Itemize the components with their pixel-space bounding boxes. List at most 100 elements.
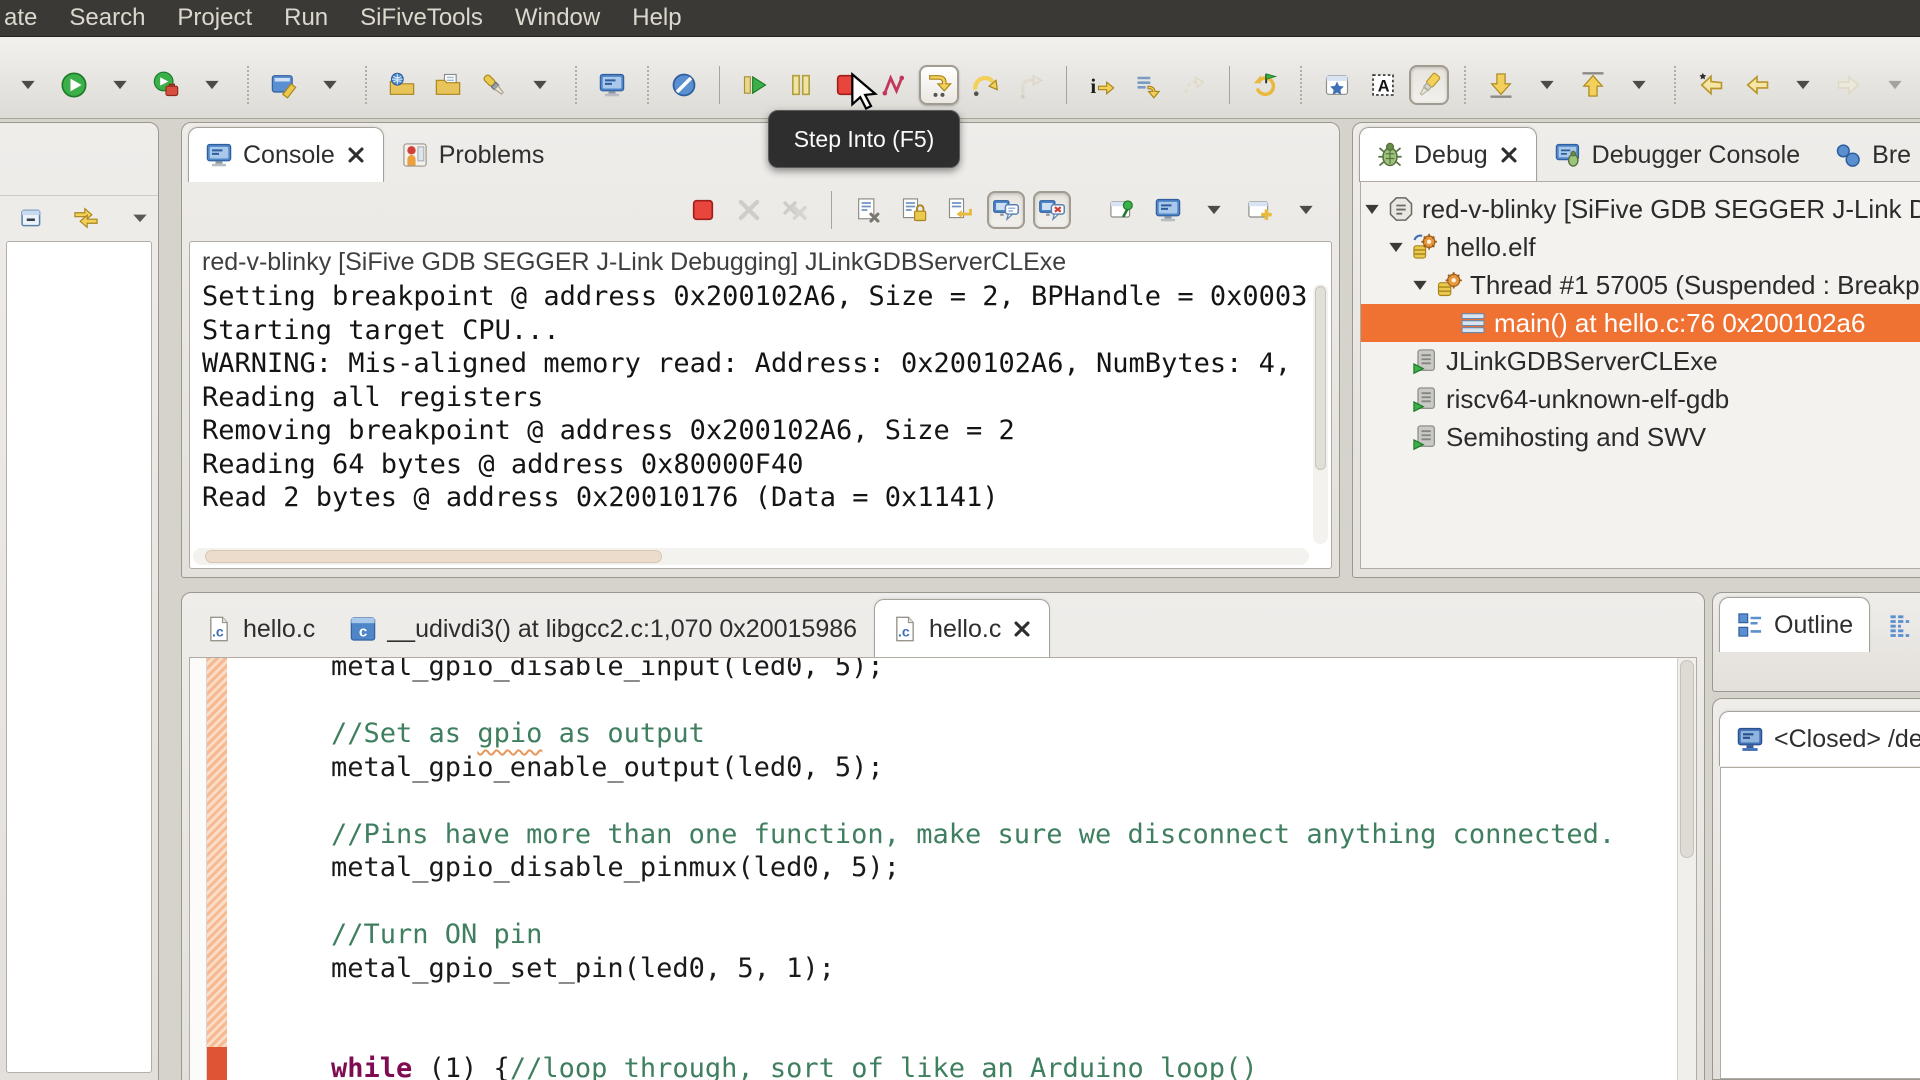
scrollbar-thumb[interactable]: [1680, 660, 1694, 858]
remove-all-launches-button[interactable]: [776, 191, 814, 229]
debug-tree-row[interactable]: Semihosting and SWV: [1361, 418, 1920, 456]
minimize-icon[interactable]: [1255, 139, 1277, 161]
menu-item-project[interactable]: Project: [161, 4, 268, 32]
upload-dropdown-button[interactable]: [1619, 65, 1659, 105]
menu-item-run[interactable]: Run: [268, 4, 344, 32]
move-to-line-button[interactable]: [1128, 65, 1168, 105]
upload-button[interactable]: [1573, 65, 1613, 105]
console-tab-problems[interactable]: Problems: [384, 127, 562, 182]
external-tools-button[interactable]: [146, 65, 186, 105]
debug-tree-row[interactable]: red-v-blinky [SiFive GDB SEGGER J-Link D…: [1361, 190, 1920, 228]
run-dropdown-button[interactable]: [100, 65, 140, 105]
close-tab-icon[interactable]: [345, 144, 367, 166]
step-into-button[interactable]: [919, 64, 959, 105]
terminal-body[interactable]: [1720, 767, 1920, 1079]
debug-tab-bre[interactable]: Bre: [1817, 127, 1920, 182]
minimize-icon[interactable]: [76, 145, 98, 167]
editor-ruler[interactable]: [190, 658, 207, 1080]
open-console-dropdown-button[interactable]: [1287, 191, 1325, 229]
maximize-icon[interactable]: [1299, 139, 1321, 161]
show-stderr-button[interactable]: [1033, 191, 1071, 229]
debug-tab-debugger-console[interactable]: Debugger Console: [1537, 127, 1817, 182]
forward-dropdown-button[interactable]: [1875, 65, 1915, 105]
menu-item-search[interactable]: Search: [53, 4, 161, 32]
menu-item-ate[interactable]: ate: [0, 4, 53, 32]
editor-tab--udivdi3-at-libgcc2-c-1-070-0x20015986[interactable]: c __udivdi3() at libgcc2.c:1,070 0x200159…: [332, 599, 874, 658]
scrollbar-thumb[interactable]: [1315, 286, 1326, 470]
console-tab-console[interactable]: Console: [188, 127, 384, 182]
svg-text:c: c: [359, 624, 367, 641]
tab-terminal[interactable]: <Closed> /de: [1719, 711, 1920, 766]
code-area[interactable]: metal_gpio_disable_input(led0, 5); //Set…: [228, 658, 1674, 1080]
external-tools-dropdown-button[interactable]: [192, 65, 232, 105]
open-folder-button[interactable]: [428, 65, 468, 105]
show-stdout-button[interactable]: [987, 191, 1025, 229]
step-over-button[interactable]: [965, 65, 1005, 105]
outline-tab-outline[interactable]: Outline: [1719, 597, 1871, 652]
word-wrap-button[interactable]: [941, 191, 979, 229]
run-button[interactable]: [54, 65, 94, 105]
console-view-button[interactable]: [592, 65, 632, 105]
resume-button[interactable]: [735, 65, 775, 105]
skip-all-breakpoints-button[interactable]: [664, 65, 704, 105]
open-new-console-button[interactable]: [1241, 191, 1279, 229]
upload-dropdown-icon: [1629, 75, 1649, 95]
view-menu-button[interactable]: [120, 198, 160, 238]
close-tab-icon[interactable]: [1498, 144, 1520, 166]
step-return-button[interactable]: [1011, 65, 1051, 105]
debug-tree-row[interactable]: hello.elf: [1361, 228, 1920, 266]
editor-tab-hello-c[interactable]: .c hello.c: [874, 599, 1051, 658]
brush-dropdown-button[interactable]: [520, 65, 560, 105]
format-brush-button[interactable]: [474, 65, 514, 105]
console-horizontal-scrollbar[interactable]: [193, 548, 1309, 565]
menu-item-sifivetools[interactable]: SiFiveTools: [344, 4, 499, 32]
menu-item-window[interactable]: Window: [499, 4, 616, 32]
workspace-dropdown-button[interactable]: [8, 65, 48, 105]
new-wizard-button[interactable]: [264, 65, 304, 105]
console-vertical-scrollbar[interactable]: [1313, 284, 1328, 544]
restart-button[interactable]: [1245, 65, 1285, 105]
back-button[interactable]: [1737, 65, 1777, 105]
maximize-icon[interactable]: [1630, 613, 1652, 635]
outline-tab-disassembly[interactable]: [1870, 597, 1920, 652]
link-with-editor-button[interactable]: [66, 198, 106, 238]
back-dropdown-button[interactable]: [1783, 65, 1823, 105]
clear-console-button[interactable]: [849, 191, 887, 229]
open-project-button[interactable]: [382, 65, 422, 105]
instruction-stepping-button[interactable]: i: [1082, 65, 1122, 105]
maximize-icon[interactable]: [120, 145, 142, 167]
download-button[interactable]: [1481, 65, 1521, 105]
debug-tree-row[interactable]: Thread #1 57005 (Suspended : Breakpo: [1361, 266, 1920, 304]
assembly-view-button[interactable]: A: [1363, 65, 1403, 105]
debug-tree-row[interactable]: riscv64-unknown-elf-gdb: [1361, 380, 1920, 418]
run-icon: [60, 71, 88, 99]
new-launch-config-button[interactable]: [1317, 65, 1357, 105]
editor-body[interactable]: metal_gpio_disable_input(led0, 5); //Set…: [189, 657, 1697, 1080]
highlighter-button[interactable]: [1409, 64, 1449, 105]
minimize-icon[interactable]: [1586, 613, 1608, 635]
download-dropdown-button[interactable]: [1527, 65, 1567, 105]
scrollbar-thumb[interactable]: [205, 550, 662, 563]
collapse-all-button[interactable]: [12, 198, 52, 238]
new-wizard-dropdown-button[interactable]: [310, 65, 350, 105]
display-console-dropdown-button[interactable]: [1195, 191, 1233, 229]
pin-console-button[interactable]: [1103, 191, 1141, 229]
debug-tree-row-selected[interactable]: main() at hello.c:76 0x200102a6: [1361, 304, 1920, 342]
expander-icon[interactable]: [1411, 275, 1433, 295]
debug-tree-row[interactable]: JLinkGDBServerCLExe: [1361, 342, 1920, 380]
close-tab-icon[interactable]: [1011, 618, 1033, 640]
last-edit-location-button[interactable]: [1691, 65, 1731, 105]
suspend-button[interactable]: [781, 65, 821, 105]
menu-item-help[interactable]: Help: [616, 4, 697, 32]
display-console-button[interactable]: [1149, 191, 1187, 229]
scroll-lock-button[interactable]: [895, 191, 933, 229]
expander-icon[interactable]: [1363, 199, 1385, 219]
expander-icon[interactable]: [1387, 237, 1409, 257]
editor-tab-hello-c[interactable]: .c hello.c: [188, 599, 332, 658]
editor-vertical-scrollbar[interactable]: [1677, 658, 1696, 1080]
terminate-console-button[interactable]: [684, 191, 722, 229]
resume-without-signal-button[interactable]: [1174, 65, 1214, 105]
debug-tab-debug[interactable]: Debug: [1359, 127, 1537, 182]
remove-launch-button[interactable]: [730, 191, 768, 229]
forward-button[interactable]: [1829, 65, 1869, 105]
